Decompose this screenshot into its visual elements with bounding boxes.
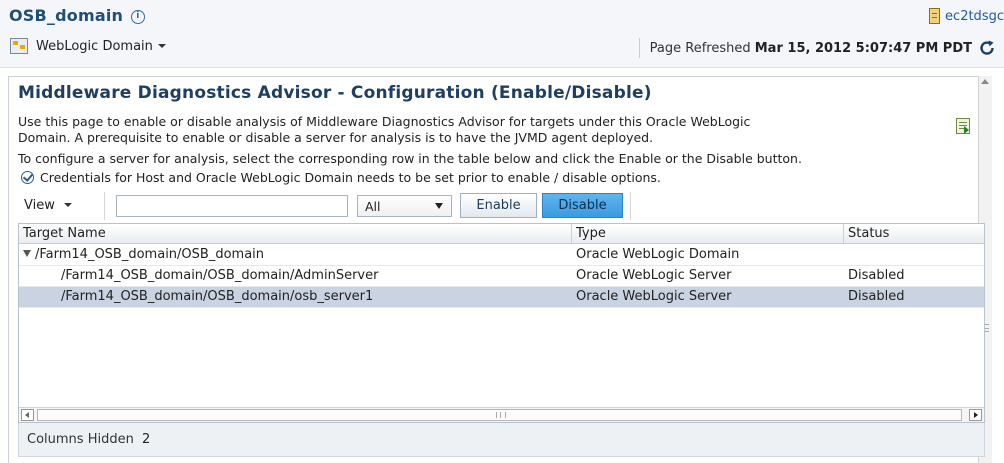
export-icon[interactable] [956, 118, 970, 134]
view-menu-label: View [24, 198, 55, 213]
target-name-cell: /Farm14_OSB_domain/OSB_domain/osb_server… [61, 289, 374, 304]
column-header-type[interactable]: Type [572, 224, 844, 244]
info-icon[interactable]: i [130, 10, 145, 24]
enable-button[interactable]: Enable [460, 193, 537, 218]
refresh-label: Page Refreshed [649, 40, 751, 56]
horizontal-scrollbar[interactable] [19, 407, 984, 422]
table-header: Target Name Type Status [19, 224, 984, 244]
target-name-text: /Farm14_OSB_domain/OSB_domain [35, 247, 265, 262]
type-cell: Oracle WebLogic Server [576, 289, 732, 304]
credentials-note-text: Credentials for Host and Oracle WebLogic… [40, 170, 661, 185]
scroll-thumb[interactable] [37, 409, 962, 421]
domain-title-text: OSB_domain [9, 6, 124, 25]
targets-table: Target Name Type Status /Farm14_OSB_doma… [18, 223, 985, 423]
view-menu[interactable]: View [24, 198, 72, 213]
columns-hidden-count[interactable]: 2 [142, 432, 150, 447]
target-name-cell: /Farm14_OSB_domain/OSB_domain [19, 245, 572, 266]
page-title: Middleware Diagnostics Advisor - Configu… [18, 83, 652, 103]
toolbar-separator [104, 192, 105, 220]
search-input[interactable] [116, 195, 348, 217]
table-row[interactable]: /Farm14_OSB_domain/OSB_domain/AdminServe… [19, 266, 984, 287]
refresh-time: Mar 15, 2012 5:07:47 PM PDT [754, 40, 972, 56]
domain-title: OSB_domain i [9, 6, 145, 25]
host-icon [929, 8, 941, 24]
host-link[interactable]: ec2tdsgc [945, 9, 1004, 24]
type-cell: Oracle WebLogic Server [576, 268, 732, 283]
table-row-selected[interactable]: /Farm14_OSB_domain/OSB_domain/osb_server… [19, 287, 984, 308]
type-cell: Oracle WebLogic Domain [576, 247, 740, 262]
status-cell: Disabled [848, 289, 905, 304]
disable-button[interactable]: Disable [542, 193, 623, 218]
scroll-right-icon[interactable] [969, 409, 982, 421]
dropdown-arrow-icon [435, 203, 443, 209]
credentials-note: Credentials for Host and Oracle WebLogic… [21, 170, 661, 185]
columns-hidden-label: Columns Hidden [27, 432, 134, 447]
toolbar-separator [630, 192, 631, 220]
column-header-status[interactable]: Status [844, 224, 984, 244]
separator [638, 38, 640, 58]
table-toolbar: View All Enable Disable [18, 190, 982, 222]
status-cell: Disabled [848, 268, 905, 283]
description-line-3: To configure a server for analysis, sele… [18, 151, 802, 166]
target-name-cell: /Farm14_OSB_domain/OSB_domain/AdminServe… [61, 268, 379, 283]
page-refresh-area: Page Refreshed Mar 15, 2012 5:07:47 PM P… [638, 38, 996, 58]
weblogic-domain-menu-label: WebLogic Domain [36, 38, 153, 54]
page-refreshed-text: Page Refreshed Mar 15, 2012 5:07:47 PM P… [650, 41, 972, 56]
weblogic-domain-menu[interactable]: WebLogic Domain [10, 38, 166, 54]
column-header-target-name[interactable]: Target Name [19, 224, 572, 244]
description-line-2: Domain. A prerequisite to enable or disa… [18, 130, 654, 145]
main-content-panel: Middleware Diagnostics Advisor - Configu… [8, 76, 992, 463]
weblogic-domain-icon [10, 38, 28, 54]
filter-select-value: All [365, 199, 381, 214]
refresh-icon[interactable] [978, 39, 996, 57]
tree-collapse-icon[interactable] [23, 250, 31, 257]
table-footer: Columns Hidden 2 [18, 423, 985, 457]
chevron-down-icon [157, 44, 166, 48]
filter-select[interactable]: All [357, 195, 452, 217]
page-header: OSB_domain i ec2tdsgc WebLogic Domain Pa… [0, 0, 1004, 68]
checkmark-icon [21, 171, 34, 184]
table-row[interactable]: /Farm14_OSB_domain/OSB_domain Oracle Web… [19, 245, 984, 266]
status-cell [844, 245, 984, 266]
host-link-area[interactable]: ec2tdsgc [929, 8, 1004, 24]
columns-hidden: Columns Hidden 2 [27, 432, 150, 447]
chevron-down-icon [64, 203, 72, 207]
scroll-up-icon[interactable] [981, 79, 989, 84]
description-line-1: Use this page to enable or disable analy… [18, 114, 751, 129]
scroll-left-icon[interactable] [21, 409, 34, 421]
